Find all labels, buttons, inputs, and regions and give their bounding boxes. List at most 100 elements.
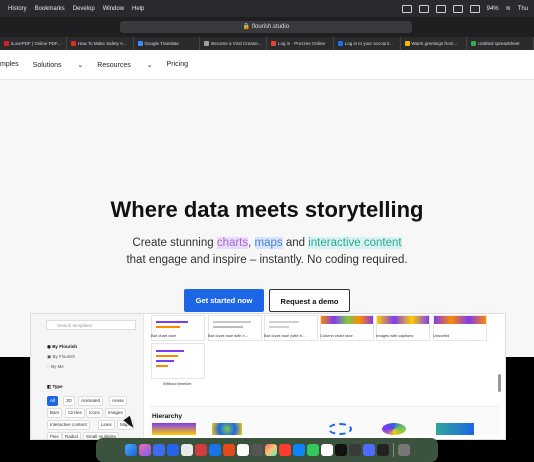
browser-tab[interactable]: Untitled spreadsheet (467, 37, 534, 50)
pill-animated[interactable]: Animated (78, 396, 104, 406)
filter-by-flourish[interactable]: ◉ By Flourish (47, 344, 77, 350)
chart-thumbnail-bar (213, 326, 243, 328)
type-label: ◧ Type (47, 384, 63, 389)
chart-thumbnail-bar (156, 321, 188, 323)
browser-tab[interactable]: iLovePDF | Online PDF... (0, 37, 67, 50)
request-demo-button[interactable]: Request a demo (269, 289, 350, 312)
notes-icon[interactable] (236, 444, 249, 456)
app-icon[interactable] (250, 444, 263, 456)
pill-interactive[interactable]: Interactive content (47, 420, 90, 430)
hierarchy-thumbnail[interactable] (436, 423, 474, 435)
status-icon[interactable] (469, 4, 480, 13)
pill-circles[interactable]: Circles (65, 408, 85, 418)
highlight-interactive: interactive content (308, 237, 402, 249)
finder-icon[interactable] (124, 444, 137, 456)
pill-lines[interactable]: Lines (98, 420, 115, 430)
get-started-button[interactable]: Get started now (184, 289, 264, 312)
app-store-icon[interactable] (292, 444, 305, 456)
maps-icon[interactable] (320, 444, 333, 456)
page-title: Where data meets storytelling (110, 197, 424, 222)
nav-resources[interactable]: Resources ⌄ (97, 61, 152, 69)
tab-favicon (471, 41, 477, 46)
pill-images[interactable]: Images (105, 408, 126, 418)
pill-bars[interactable]: Bars (47, 408, 63, 418)
browser-tab[interactable]: Log in to your account... (334, 37, 401, 50)
tab-favicon (70, 41, 76, 46)
tab-favicon (271, 41, 276, 46)
pill-3d[interactable]: 3D (63, 396, 75, 406)
word-icon[interactable] (362, 444, 375, 456)
wifi-icon[interactable]: ≋ (506, 5, 511, 12)
hierarchy-thumbnail[interactable] (212, 423, 242, 435)
app-icon[interactable] (348, 444, 361, 456)
pill-pies[interactable]: Pies (47, 432, 62, 439)
menu-bookmarks[interactable]: Bookmarks (35, 6, 65, 12)
tab-favicon (404, 41, 410, 46)
browser-tabs: iLovePDF | Online PDF... How To Make Saf… (0, 37, 534, 50)
status-icons: 94% ≋ Thu (401, 0, 528, 17)
terminal-icon[interactable] (376, 444, 389, 456)
tab-favicon (137, 41, 143, 46)
filter-by-flourish-2[interactable]: ▣ By Flourish (47, 354, 75, 360)
calendar-icon[interactable] (194, 444, 207, 456)
music-icon[interactable] (278, 444, 291, 456)
app-icon[interactable] (334, 444, 347, 456)
template-label: Unsorted (433, 333, 450, 338)
hierarchy-heading: Hierarchy (152, 413, 182, 420)
nav-pricing[interactable]: Pricing (167, 61, 188, 68)
browser-tab[interactable]: Google Translate (134, 37, 201, 50)
browser-tab[interactable]: Log in · Prezzee Online (267, 37, 334, 50)
highlight-charts: charts (216, 237, 249, 249)
calendar-icon[interactable] (222, 444, 235, 456)
menu-window[interactable]: Window (103, 6, 124, 12)
photos-icon[interactable] (264, 444, 277, 456)
chart-thumbnail-bar (213, 321, 251, 323)
vscode-icon[interactable] (166, 444, 179, 456)
status-icon[interactable] (418, 4, 429, 13)
macos-dock (96, 438, 438, 462)
launchpad-icon[interactable] (138, 444, 151, 456)
pill-radial[interactable]: Radial (62, 432, 81, 439)
template-grid: Bar chart race Bar chart race with h... … (144, 314, 505, 439)
search-input[interactable]: Search templates (46, 320, 136, 330)
chatgpt-icon[interactable] (180, 444, 193, 456)
menu-history[interactable]: History (8, 6, 27, 12)
hierarchy-thumbnail[interactable] (382, 423, 406, 435)
app-icon[interactable] (152, 444, 165, 456)
template-card[interactable] (151, 343, 205, 379)
web-page: mples Solutions ⌄ Resources ⌄ Pricing Wh… (0, 50, 534, 357)
pill-icons[interactable]: Icons (86, 408, 103, 418)
status-icon[interactable] (435, 4, 446, 13)
address-bar[interactable]: 🔒 flourish.studio (120, 21, 412, 33)
chart-thumbnail-bar (321, 316, 373, 324)
browser-tab[interactable]: Warm greetings from... (401, 37, 468, 50)
chart-thumbnail-bar (156, 326, 180, 328)
menu-develop[interactable]: Develop (73, 6, 95, 12)
chart-thumbnail-bar (156, 365, 168, 367)
template-scrollbar[interactable] (498, 374, 501, 392)
template-label: Bar chart race with h... (208, 333, 249, 338)
filter-by-me[interactable]: ◌ By Me (47, 364, 64, 369)
status-icon[interactable] (452, 4, 463, 13)
chart-thumbnail-bar (269, 321, 299, 323)
chrome-icon[interactable] (208, 444, 221, 456)
nav-solutions[interactable]: Solutions ⌄ (33, 61, 84, 69)
hierarchy-thumbnail[interactable] (152, 423, 196, 435)
chart-thumbnail-bar (156, 350, 184, 352)
hierarchy-thumbnail[interactable] (328, 423, 352, 435)
browser-tab[interactable]: Become a Viral Creator... (200, 37, 267, 50)
pill-all[interactable]: All (47, 396, 59, 406)
template-label: Column chart race (320, 333, 353, 338)
template-label: Without timeline (163, 381, 192, 386)
trash-icon[interactable] (397, 444, 410, 456)
status-icon[interactable] (401, 4, 412, 13)
browser-tab[interactable]: How To Make Safety A... (67, 37, 134, 50)
nav-examples[interactable]: mples (0, 61, 19, 68)
menu-help[interactable]: Help (132, 6, 144, 12)
top-navigation: mples Solutions ⌄ Resources ⌄ Pricing (0, 50, 534, 80)
chart-thumbnail-bar (377, 316, 429, 324)
telegram-icon[interactable] (306, 444, 319, 456)
template-label: Images with captions (376, 333, 414, 338)
pill-areas[interactable]: Areas (109, 396, 127, 406)
tab-favicon (204, 41, 210, 46)
